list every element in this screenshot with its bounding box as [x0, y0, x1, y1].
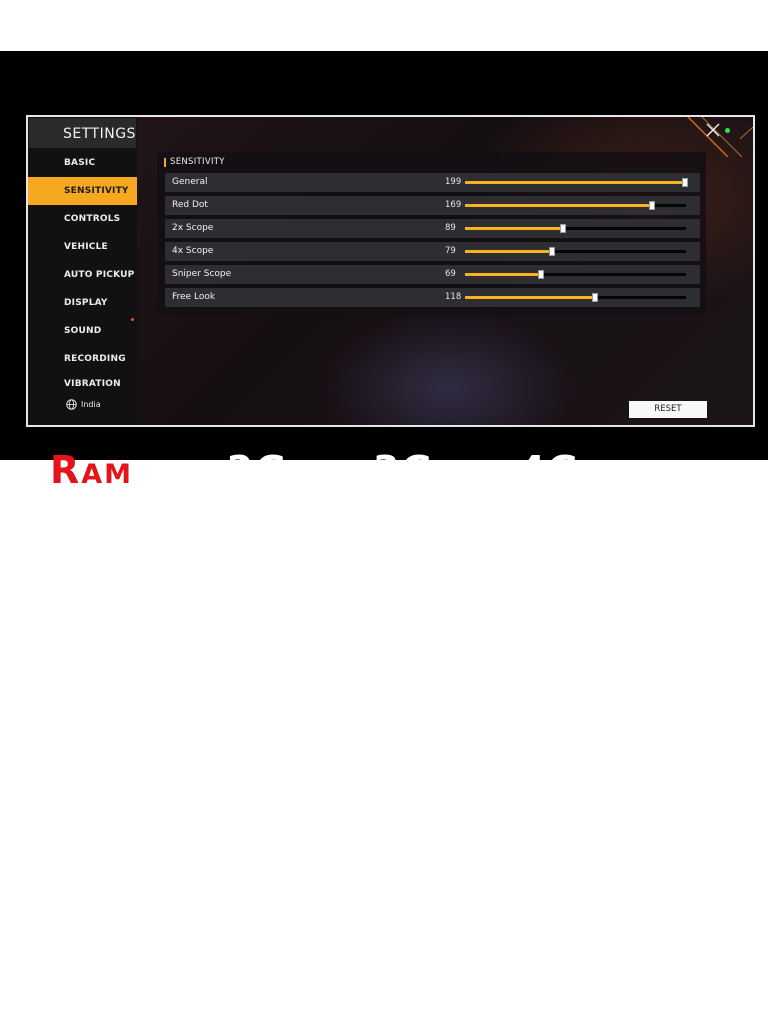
close-icon[interactable]	[704, 121, 722, 139]
ram-label: RAM	[50, 448, 133, 492]
separator: -	[333, 448, 351, 492]
settings-title: SETTINGS	[29, 118, 136, 148]
settings-menu: BASIC SENSITIVITY CONTROLS VEHICLE AUTO …	[28, 149, 137, 387]
slider-track[interactable]	[465, 293, 686, 302]
menu-item-basic[interactable]: BASIC	[28, 149, 137, 177]
sensitivity-row-red-dot: Red Dot 169	[165, 196, 700, 215]
status-dot	[725, 128, 730, 133]
ram-rest: AM	[81, 459, 134, 490]
menu-item-controls[interactable]: CONTROLS	[28, 205, 137, 233]
row-value: 69	[445, 269, 456, 279]
ram-option-2gb: 2GB	[227, 448, 311, 492]
slider-fill	[465, 250, 553, 253]
notification-dot	[131, 318, 134, 321]
ram-unit-g: G	[255, 448, 289, 492]
slider-track[interactable]	[465, 178, 688, 187]
slider-fill	[465, 204, 652, 207]
ram-number: 2	[226, 448, 256, 492]
header-accent-bar	[164, 157, 166, 167]
menu-item-display[interactable]: DISPLAY	[28, 289, 137, 317]
ram-option-3gb: 3GB	[373, 448, 457, 492]
ram-unit-b: B	[288, 459, 312, 490]
sensitivity-row-2x-scope: 2x Scope 89	[165, 219, 700, 238]
slider-thumb[interactable]	[549, 247, 556, 256]
sensitivity-row-4x-scope: 4x Scope 79	[165, 242, 700, 261]
slider-fill	[465, 181, 685, 184]
row-value: 79	[445, 246, 456, 256]
slider-track[interactable]	[465, 270, 686, 279]
slider-track[interactable]	[465, 201, 686, 210]
banner: SETTINGS BASIC SENSITIVITY CONTROLS VEHI…	[0, 51, 768, 492]
ram-unit-g: G	[401, 448, 435, 492]
menu-item-auto-pickup[interactable]: AUTO PICKUP	[28, 261, 137, 289]
slider-track[interactable]	[465, 247, 686, 256]
menu-item-sensitivity[interactable]: SENSITIVITY	[28, 177, 137, 205]
globe-icon	[66, 399, 77, 410]
row-label: 4x Scope	[172, 246, 214, 256]
row-value: 169	[445, 200, 462, 210]
reset-button[interactable]: RESET	[629, 401, 707, 418]
ram-caption: RAM = 2GB - 3GB - 4GB	[50, 448, 730, 492]
game-settings-screenshot: SETTINGS BASIC SENSITIVITY CONTROLS VEHI…	[26, 115, 755, 427]
slider-thumb[interactable]	[648, 201, 655, 210]
ram-initial: R	[50, 448, 82, 492]
row-label: Red Dot	[172, 200, 208, 210]
row-value: 199	[445, 177, 462, 187]
menu-item-vibration[interactable]: VIBRATION	[28, 373, 137, 387]
ram-unit-b: B	[580, 459, 604, 490]
panel-header: SENSITIVITY	[164, 156, 225, 168]
settings-sidebar: SETTINGS BASIC SENSITIVITY CONTROLS VEHI…	[28, 117, 137, 425]
menu-item-sound[interactable]: SOUND	[28, 317, 137, 345]
row-label: 2x Scope	[172, 223, 214, 233]
row-label: Free Look	[172, 292, 216, 302]
ram-number: 4	[518, 448, 548, 492]
sensitivity-row-free-look: Free Look 118	[165, 288, 700, 307]
menu-item-recording[interactable]: RECORDING	[28, 345, 137, 373]
row-label: Sniper Scope	[172, 269, 232, 279]
slider-fill	[465, 227, 564, 230]
ram-unit-g: G	[547, 448, 581, 492]
row-value: 89	[445, 223, 456, 233]
panel-title: SENSITIVITY	[170, 157, 225, 167]
ram-option-4gb: 4GB	[519, 448, 603, 492]
sensitivity-panel: SENSITIVITY General 199 Red Dot 169 2x S…	[157, 152, 706, 314]
slider-fill	[465, 296, 596, 299]
ram-unit-b: B	[434, 459, 458, 490]
slider-thumb[interactable]	[681, 178, 688, 187]
separator: -	[479, 448, 497, 492]
menu-item-vehicle[interactable]: VEHICLE	[28, 233, 137, 261]
region-label: India	[81, 400, 101, 409]
slider-track[interactable]	[465, 224, 686, 233]
slider-thumb[interactable]	[560, 224, 567, 233]
slider-fill	[465, 273, 542, 276]
sensitivity-row-general: General 199	[165, 173, 700, 192]
row-value: 118	[445, 292, 462, 302]
region-selector[interactable]: India	[66, 399, 101, 410]
slider-thumb[interactable]	[538, 270, 545, 279]
row-label: General	[172, 177, 208, 187]
sensitivity-row-sniper-scope: Sniper Scope 69	[165, 265, 700, 284]
equals-sign: =	[163, 448, 197, 492]
ram-number: 3	[372, 448, 402, 492]
slider-thumb[interactable]	[592, 293, 599, 302]
